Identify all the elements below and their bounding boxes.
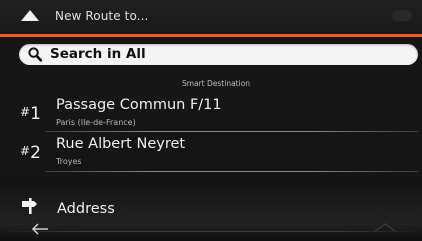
left-arrow-icon[interactable] <box>31 222 49 236</box>
rank-label: #1 <box>20 104 41 124</box>
status-indicator-icon <box>392 10 412 21</box>
destination-detail: Troyes <box>56 157 82 166</box>
destination-detail: Paris (Ile-de-France) <box>56 118 136 127</box>
title-bar: New Route to... <box>0 0 422 34</box>
search-icon <box>28 47 42 62</box>
page-title: New Route to... <box>55 9 149 23</box>
bottom-divider <box>0 231 422 232</box>
destination-item-2[interactable]: #2 Rue Albert Neyret Troyes <box>0 135 422 173</box>
bottom-bar <box>0 222 422 241</box>
list-divider <box>45 131 419 132</box>
address-menu-item[interactable]: Address <box>0 189 422 229</box>
accent-divider <box>0 34 422 37</box>
collapse-triangle-icon[interactable] <box>21 10 39 21</box>
address-label: Address <box>57 201 115 217</box>
rank-label: #2 <box>20 143 41 163</box>
destination-name: Passage Commun F/11 <box>56 97 222 113</box>
list-divider <box>45 171 419 172</box>
new-route-screen: New Route to... Search in All Smart Dest… <box>0 0 422 241</box>
section-title: Smart Destination <box>181 79 251 88</box>
search-in-all-button[interactable]: Search in All <box>19 44 418 65</box>
search-label: Search in All <box>50 46 146 62</box>
scroll-up-icon[interactable] <box>374 222 396 232</box>
destination-name: Rue Albert Neyret <box>56 136 186 152</box>
destination-item-1[interactable]: #1 Passage Commun F/11 Paris (Ile-de-Fra… <box>0 96 422 134</box>
signpost-icon <box>22 198 37 214</box>
